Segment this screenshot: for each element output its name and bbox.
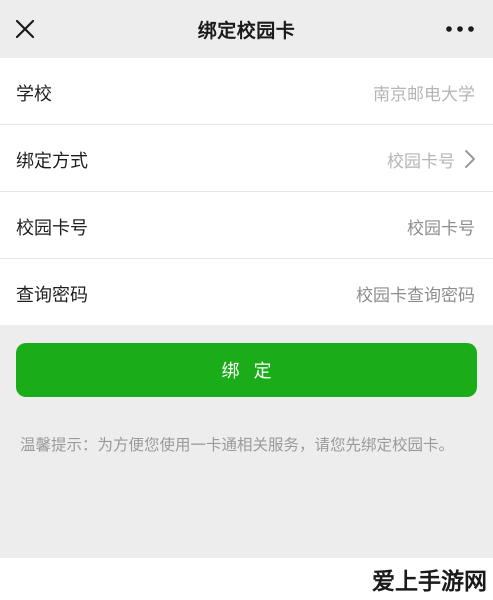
nav-bar: 绑定校园卡 xyxy=(0,0,493,58)
chevron-right-icon xyxy=(465,150,475,168)
tip-text: 温馨提示：为方便您使用一卡通相关服务，请您先绑定校园卡。 xyxy=(20,436,455,454)
school-label: 学校 xyxy=(16,84,52,105)
bind-method-label: 绑定方式 xyxy=(16,151,88,172)
page-title: 绑定校园卡 xyxy=(197,20,296,42)
bind-button[interactable]: 绑定 xyxy=(16,343,477,397)
card-number-input[interactable]: 校园卡号 xyxy=(407,214,475,239)
query-password-input[interactable]: 校园卡查询密码 xyxy=(356,281,475,306)
school-value: 南京邮电大学 xyxy=(373,85,475,105)
bind-method-value: 校园卡号 xyxy=(387,152,455,172)
query-password-label: 查询密码 xyxy=(16,285,88,306)
bind-form: 学校 南京邮电大学 绑定方式 校园卡号 校园卡号 校园卡号 查询密码 校园卡查询… xyxy=(0,58,493,325)
school-row[interactable]: 学校 南京邮电大学 xyxy=(0,58,493,125)
watermark-logo: 爱上手游网 xyxy=(372,569,487,595)
more-dots-icon[interactable] xyxy=(443,20,477,38)
query-password-row[interactable]: 查询密码 校园卡查询密码 xyxy=(0,259,493,325)
card-number-row[interactable]: 校园卡号 校园卡号 xyxy=(0,192,493,259)
bind-method-row[interactable]: 绑定方式 校园卡号 xyxy=(0,125,493,192)
card-number-label: 校园卡号 xyxy=(16,218,88,239)
